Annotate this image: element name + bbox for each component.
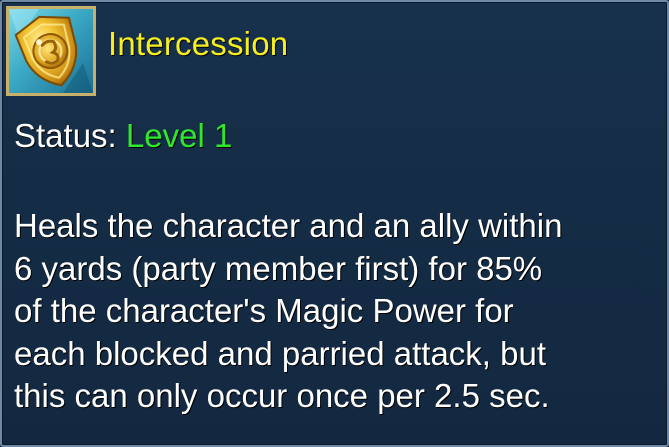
skill-status: Status: Level 1 <box>14 114 232 158</box>
golden-shield-icon <box>9 9 93 93</box>
skill-name: Intercession <box>108 25 289 62</box>
skill-icon-frame <box>6 6 96 96</box>
description-line: of the character's Magic Power for <box>14 292 514 329</box>
status-label: Status: <box>14 117 117 154</box>
skill-description: Heals the character and an ally within 6… <box>14 205 664 418</box>
description-line: 6 yards (party member first) for 85% <box>14 249 543 287</box>
skill-tooltip: Intercession Status: Level 1 Heals the c… <box>0 0 669 447</box>
status-value: Level 1 <box>125 117 233 154</box>
description-line: Heals the character and an ally within <box>14 207 563 244</box>
description-line: this can only occur once per 2.5 sec. <box>14 377 550 414</box>
description-line: each blocked and parried attack, but <box>14 334 547 372</box>
